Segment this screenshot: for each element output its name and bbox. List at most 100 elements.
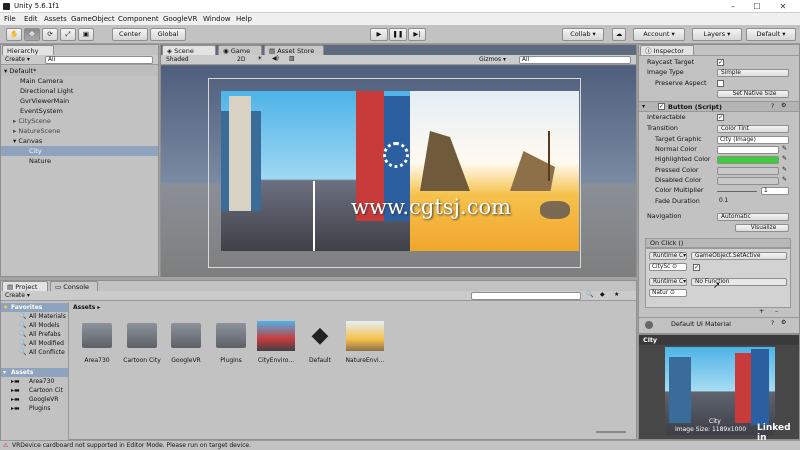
rotate-tool-icon[interactable]: ⟳ xyxy=(42,28,58,41)
asset-folder[interactable]: Plugins xyxy=(29,405,51,412)
step-icon[interactable]: ▶| xyxy=(408,28,426,41)
hand-tool-icon[interactable]: ✋ xyxy=(6,28,22,41)
scene-thumbnail[interactable] xyxy=(257,321,295,351)
account-button[interactable]: Account ▾ xyxy=(633,28,685,41)
hierarchy-item[interactable]: ▸ NatureScene xyxy=(1,126,158,136)
shading-mode-dropdown[interactable]: Shaded xyxy=(166,56,189,63)
favorite-item[interactable]: All Conflicte xyxy=(29,349,65,356)
normal-color-swatch[interactable] xyxy=(717,146,779,154)
function-dropdown-1[interactable]: GameObject.SetActive xyxy=(691,252,787,260)
asset-name[interactable]: CityEnviro... xyxy=(254,357,298,364)
maximize-button[interactable]: ☐ xyxy=(748,1,766,12)
scene-thumbnail[interactable] xyxy=(346,321,384,351)
collab-button[interactable]: Collab ▾ xyxy=(562,28,604,41)
assets-root-row[interactable]: ▾ Assets xyxy=(1,368,68,377)
filter-label-icon[interactable]: ◆ xyxy=(600,291,605,298)
audio-icon[interactable]: ◀) xyxy=(272,55,279,62)
hierarchy-search-input[interactable]: All xyxy=(45,56,153,64)
raycast-target-checkbox[interactable]: ✓ xyxy=(717,59,724,66)
hierarchy-item[interactable]: ▸ CityScene xyxy=(1,116,158,126)
favorites-row[interactable]: ★ Favorites xyxy=(1,303,68,312)
hierarchy-item[interactable]: Nature xyxy=(1,156,158,166)
set-active-checkbox[interactable]: ✓ xyxy=(693,264,700,271)
folder-icon[interactable] xyxy=(171,323,201,348)
asset-folder[interactable]: Area730 xyxy=(29,378,54,385)
folder-icon[interactable] xyxy=(127,323,157,348)
transition-dropdown[interactable]: Color Tint xyxy=(717,125,789,133)
preserve-aspect-checkbox[interactable] xyxy=(717,80,724,87)
mode-2d-toggle[interactable]: 2D xyxy=(237,56,245,63)
asset-name[interactable]: NatureEnvi... xyxy=(343,357,387,364)
pivot-center-button[interactable]: Center xyxy=(112,28,148,41)
settings-gear-icon[interactable]: ⚙ xyxy=(781,102,786,109)
lighting-icon[interactable]: ☀ xyxy=(257,55,262,62)
fade-duration-field[interactable]: 0.1 xyxy=(717,198,789,206)
component-enabled-checkbox[interactable]: ✓ xyxy=(658,103,665,110)
scale-tool-icon[interactable]: ⤢ xyxy=(60,28,76,41)
play-icon[interactable]: ▶ xyxy=(370,28,388,41)
hierarchy-item[interactable]: ▾ Canvas xyxy=(1,136,158,146)
disabled-color-swatch[interactable] xyxy=(717,177,779,185)
runtime-dropdown-2[interactable]: Runtime C▾ xyxy=(649,278,687,286)
asset-name[interactable]: Area730 xyxy=(75,357,119,364)
cloud-icon[interactable]: ☁ xyxy=(612,28,626,41)
help-icon[interactable]: ? xyxy=(771,103,774,110)
folder-icon[interactable] xyxy=(82,323,112,348)
move-tool-icon[interactable]: ✥ xyxy=(24,28,40,41)
status-message[interactable]: VRDevice cardboard not supported in Edit… xyxy=(12,442,251,449)
zoom-slider[interactable] xyxy=(596,431,626,433)
favorite-star-icon[interactable]: ★ xyxy=(614,291,619,298)
layers-button[interactable]: Layers ▾ xyxy=(692,28,742,41)
favorite-item[interactable]: All Prefabs xyxy=(29,331,61,338)
pivot-global-button[interactable]: Global xyxy=(150,28,186,41)
eyedropper-icon[interactable]: ✎ xyxy=(782,145,787,152)
function-dropdown-2[interactable]: No Function xyxy=(691,278,787,286)
scene-root[interactable]: ▾ Default* xyxy=(1,66,158,76)
asset-name[interactable]: Plugins xyxy=(209,357,253,364)
folder-icon[interactable] xyxy=(216,323,246,348)
asset-name[interactable]: Default xyxy=(298,357,342,364)
menu-component[interactable]: Component xyxy=(118,15,159,23)
hierarchy-item-selected[interactable]: City xyxy=(1,146,158,156)
menu-help[interactable]: Help xyxy=(236,15,252,23)
hierarchy-item[interactable]: Directional Light xyxy=(1,86,158,96)
multiplier-field[interactable]: 1 xyxy=(761,187,789,195)
hierarchy-item[interactable]: EventSystem xyxy=(1,106,158,116)
button-component-header[interactable]: ▾ ✓ Button (Script) ? ⚙ xyxy=(639,101,799,112)
effects-icon[interactable]: ▨ xyxy=(289,55,295,62)
rect-tool-icon[interactable]: ▣ xyxy=(78,28,94,41)
object-field-2[interactable]: Natur ⊙ xyxy=(649,289,687,297)
close-button[interactable]: ✕ xyxy=(774,1,792,12)
menu-file[interactable]: File xyxy=(4,15,16,23)
object-field-1[interactable]: CitySc ⊙ xyxy=(649,263,687,271)
runtime-dropdown-1[interactable]: Runtime C▾ xyxy=(649,252,687,260)
asset-folder[interactable]: GoogleVR xyxy=(29,396,58,403)
help-icon[interactable]: ? xyxy=(771,320,774,327)
eyedropper-icon[interactable]: ✎ xyxy=(782,176,787,183)
assets-breadcrumb[interactable]: Assets ▸ xyxy=(73,304,100,311)
asset-folder[interactable]: Cartoon Cit xyxy=(29,387,63,394)
project-create-button[interactable]: Create ▾ xyxy=(5,292,30,299)
light-gizmo-icon[interactable] xyxy=(383,142,409,168)
favorite-item[interactable]: All Models xyxy=(29,322,60,329)
project-search-input[interactable] xyxy=(471,292,581,300)
pause-icon[interactable]: ❚❚ xyxy=(389,28,407,41)
menu-googlevr[interactable]: GoogleVR xyxy=(163,15,197,23)
visualize-button[interactable]: Visualize xyxy=(735,224,789,232)
highlighted-color-swatch[interactable] xyxy=(717,156,779,164)
add-event-button[interactable]: + xyxy=(759,307,764,315)
filter-type-icon[interactable]: 🔍 xyxy=(586,291,593,298)
favorite-item[interactable]: All Materials xyxy=(29,313,66,320)
asset-name[interactable]: Cartoon City xyxy=(120,357,164,364)
menu-assets[interactable]: Assets xyxy=(44,15,67,23)
gizmos-dropdown[interactable]: Gizmos ▾ xyxy=(479,56,506,63)
unity-scene-icon[interactable]: ◆ xyxy=(304,321,336,351)
pressed-color-swatch[interactable] xyxy=(717,167,779,175)
eyedropper-icon[interactable]: ✎ xyxy=(782,155,787,162)
hierarchy-item[interactable]: Main Camera xyxy=(1,76,158,86)
layout-button[interactable]: Default ▾ xyxy=(746,28,796,41)
menu-gameobject[interactable]: GameObject xyxy=(71,15,115,23)
scene-search-input[interactable]: All xyxy=(519,56,631,64)
favorite-item[interactable]: All Modified xyxy=(29,340,64,347)
hierarchy-item[interactable]: GvrViewerMain xyxy=(1,96,158,106)
